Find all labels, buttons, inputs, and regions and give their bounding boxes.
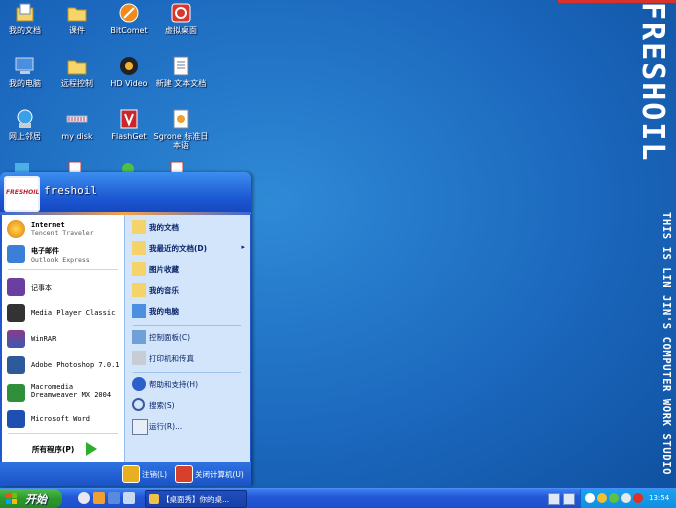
desktop-icon-japanese[interactable]: Sgrone 标准日本语 xyxy=(153,108,209,150)
place-my-documents[interactable]: 我的文档 xyxy=(129,218,247,236)
browser-icon xyxy=(7,220,25,238)
menu-item-email[interactable]: 电子邮件 Outlook Express xyxy=(4,243,122,265)
desktop-icon-network[interactable]: 网上邻居 xyxy=(0,108,53,141)
recent-documents-icon xyxy=(132,241,146,255)
menu-item-dreamweaver[interactable]: Macromedia Dreamweaver MX 2004 xyxy=(4,380,122,406)
windows-logo-icon xyxy=(6,493,17,504)
folder-icon xyxy=(66,55,88,77)
desktop-icon-my-computer[interactable]: 我的电脑 xyxy=(0,55,53,88)
top-red-bar xyxy=(558,0,676,3)
key-icon xyxy=(122,465,140,483)
freshoil-watermark: FRESHOIL THIS IS LIN JIN'S COMPUTER WORK… xyxy=(635,2,672,475)
power-icon xyxy=(175,465,193,483)
printer-icon xyxy=(132,351,146,365)
system-tray: 13:54 xyxy=(580,489,676,508)
desktop-icon-bitcomet[interactable]: BitComet xyxy=(101,2,157,35)
menu-separator xyxy=(133,325,241,326)
clock[interactable]: 13:54 xyxy=(649,494,669,502)
help-icon[interactable] xyxy=(563,493,575,505)
network-icon xyxy=(14,108,36,130)
desktop-icon-virtual-desktop[interactable]: 虚拟桌面 xyxy=(153,2,209,35)
flashget-icon xyxy=(118,108,140,130)
menu-item-media-player[interactable]: Media Player Classic xyxy=(4,302,122,324)
notepad-icon xyxy=(7,278,25,296)
place-control-panel[interactable]: 控制面板(C) xyxy=(129,328,247,346)
winrar-icon xyxy=(7,330,25,348)
my-documents-icon xyxy=(132,220,146,234)
place-printers[interactable]: 打印机和传真 xyxy=(129,349,247,367)
my-documents-icon xyxy=(14,2,36,24)
photoshop-icon xyxy=(7,356,25,374)
my-pictures-icon xyxy=(132,262,146,276)
hd-video-icon xyxy=(118,55,140,77)
desktop-icon-remote-control[interactable]: 远程控制 xyxy=(49,55,105,88)
menu-item-word[interactable]: Microsoft Word xyxy=(4,408,122,430)
watermark-title: FRESHOIL xyxy=(635,2,670,163)
media-player-icon xyxy=(7,304,25,322)
menu-separator xyxy=(8,433,118,434)
folder-icon xyxy=(66,2,88,24)
start-button[interactable]: 开始 xyxy=(0,489,62,508)
place-my-music[interactable]: 我的音乐 xyxy=(129,281,247,299)
tray-icon[interactable] xyxy=(609,493,619,503)
tray-icon[interactable] xyxy=(633,493,643,503)
my-computer-icon xyxy=(14,55,36,77)
menu-item-internet[interactable]: Internet Tencent Traveler xyxy=(4,218,122,240)
place-help[interactable]: 帮助和支持(H) xyxy=(129,375,247,393)
quicklaunch-icon[interactable] xyxy=(93,492,105,504)
taskbar-toolbar-icon[interactable] xyxy=(548,493,560,505)
quicklaunch-icon[interactable] xyxy=(123,492,135,504)
tray-icon[interactable] xyxy=(585,493,595,503)
menu-item-photoshop[interactable]: Adobe Photoshop 7.0.1 xyxy=(4,354,122,376)
green-arrow-icon xyxy=(86,442,97,456)
menu-separator xyxy=(8,269,118,270)
all-programs-button[interactable]: 所有程序(P) xyxy=(2,437,124,461)
place-recent-documents[interactable]: 我最近的文档(D) ▸ xyxy=(129,239,247,257)
start-menu-programs: Internet Tencent Traveler 电子邮件 Outlook Exp… xyxy=(2,215,124,462)
menu-separator xyxy=(133,372,241,373)
place-my-pictures[interactable]: 图片收藏 xyxy=(129,260,247,278)
my-music-icon xyxy=(132,283,146,297)
quicklaunch-icon[interactable] xyxy=(78,492,90,504)
bitcomet-icon xyxy=(118,2,140,24)
volume-icon[interactable] xyxy=(621,493,631,503)
watermark-subtitle: THIS IS LIN JIN'S COMPUTER WORK STUDIO xyxy=(660,212,672,475)
menu-item-winrar[interactable]: WinRAR xyxy=(4,328,122,350)
place-my-computer[interactable]: 我的电脑 xyxy=(129,302,247,320)
email-icon xyxy=(7,245,25,263)
run-icon xyxy=(132,419,148,435)
place-run[interactable]: 运行(R)... xyxy=(129,417,247,435)
desktop-icon-my-disk[interactable]: my disk xyxy=(49,108,105,141)
menu-item-notepad[interactable]: 记事本 xyxy=(4,276,122,298)
desktop-icon-new-text-document[interactable]: 新建 文本文档 xyxy=(153,55,209,88)
japanese-app-icon xyxy=(170,108,192,130)
taskbar: 开始 【桌面秀】你的桌... 13:54 xyxy=(0,488,676,508)
place-search[interactable]: 搜索(S) xyxy=(129,396,247,414)
word-icon xyxy=(7,410,25,428)
dreamweaver-icon xyxy=(7,384,25,402)
help-icon xyxy=(132,377,146,391)
tray-icon[interactable] xyxy=(597,493,607,503)
start-menu-footer: 注销(L) 关闭计算机(U) xyxy=(0,462,251,486)
search-icon xyxy=(132,398,145,411)
folder-icon xyxy=(149,494,159,504)
start-menu-places: 我的文档 我最近的文档(D) ▸ 图片收藏 我的音乐 我的电脑 控制面板(C) … xyxy=(124,215,250,462)
start-menu-header: FRESHOIL freshoil xyxy=(0,172,251,212)
virtual-desktop-icon xyxy=(170,2,192,24)
disk-icon xyxy=(66,108,88,130)
quicklaunch-icon[interactable] xyxy=(108,492,120,504)
desktop-icon-my-documents[interactable]: 我的文档 xyxy=(0,2,53,35)
desktop-icon-courseware[interactable]: 课件 xyxy=(49,2,105,35)
text-document-icon xyxy=(170,55,192,77)
desktop-icon-flashget[interactable]: FlashGet xyxy=(101,108,157,141)
my-computer-icon xyxy=(132,304,146,318)
start-menu: FRESHOIL freshoil Internet Tencent Travel… xyxy=(0,172,251,486)
user-name: freshoil xyxy=(44,184,97,197)
control-panel-icon xyxy=(132,330,146,344)
desktop-icon-hd-video[interactable]: HD Video xyxy=(101,55,157,88)
taskbar-window-button[interactable]: 【桌面秀】你的桌... xyxy=(145,490,247,508)
submenu-arrow-icon: ▸ xyxy=(241,243,245,251)
avatar[interactable]: FRESHOIL xyxy=(4,176,40,212)
